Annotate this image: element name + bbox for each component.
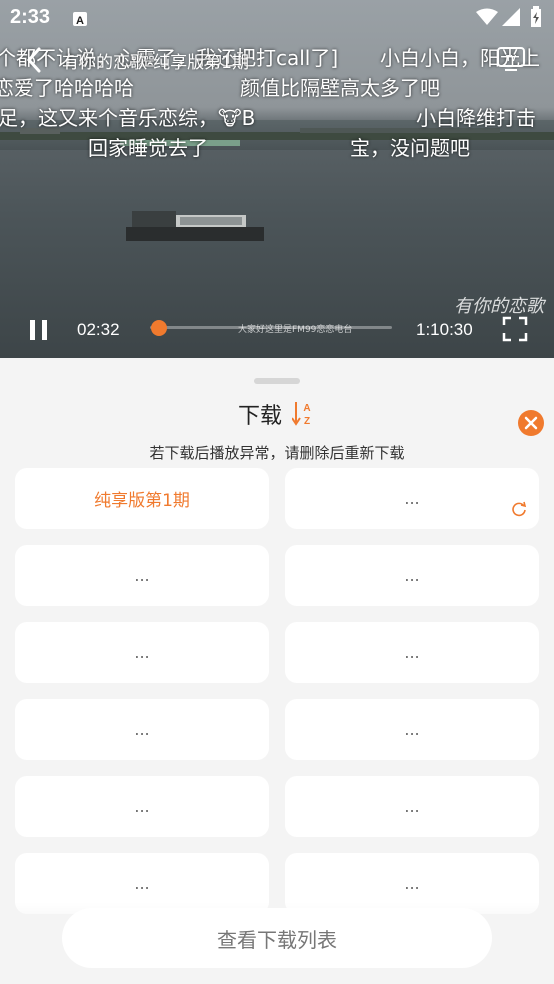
svg-text:A: A [303,403,310,414]
episode-item[interactable]: ... [15,776,269,837]
episode-label: ... [404,797,420,816]
episode-item[interactable]: ... [285,468,539,529]
danmaku-comment: 恋爱了哈哈哈哈 [0,76,134,100]
episode-label: ... [134,643,150,662]
download-hint: 若下载后播放异常，请删除后重新下载 [149,444,405,462]
episode-item[interactable]: ... [285,699,539,760]
episode-label: ... [404,874,420,893]
episode-label: ... [134,874,150,893]
svg-text:Z: Z [304,416,310,426]
caption-overlay: 大家好这里是FM99恋恋电台 [238,325,353,335]
episode-item[interactable]: ... [15,622,269,683]
episode-label: ... [134,720,150,739]
current-time: 02:32 [77,320,120,339]
episode-label: ... [404,720,420,739]
danmaku-comment: 宝，没问题吧 [350,136,470,160]
close-button[interactable] [518,410,544,436]
episode-item[interactable]: ... [15,545,269,606]
signal-icon [502,8,520,26]
episode-item[interactable]: ... [285,545,539,606]
episode-item[interactable]: ... [15,699,269,760]
pause-icon[interactable] [28,318,50,342]
svg-text:TV: TV [506,54,517,63]
cast-tv-icon[interactable]: TV [496,46,526,72]
drag-handle[interactable] [254,378,300,384]
boat-image [126,211,264,241]
episode-item[interactable]: 纯享版第1期 [15,468,269,529]
danmaku-comment: 小白降维打击 [416,106,536,130]
episode-label: ... [134,797,150,816]
danmaku-comment: 回家睡觉去了 [88,136,208,160]
total-time: 1:10:30 [416,320,473,339]
svg-text:A: A [76,15,84,27]
status-bar: 2:33 A [0,0,554,36]
status-time: 2:33 [10,6,51,28]
episode-label: 纯享版第1期 [94,491,190,511]
close-icon [524,416,538,430]
episode-label: ... [404,566,420,585]
episode-label: ... [404,643,420,662]
episode-label: ... [134,566,150,585]
video-title: 有你的恋歌-纯享版第1期 [62,53,249,73]
episode-label: ... [404,489,420,508]
fullscreen-icon[interactable] [502,316,528,342]
back-arrow-icon[interactable] [24,46,44,74]
panel-title: 下载 [238,404,283,429]
episode-item[interactable]: ... [285,622,539,683]
video-player[interactable]: 2:33 A 个都不让说，心靈了，我还把打call了] 小白小白，阳光上 恋爱了… [0,0,554,358]
video-shoreline [0,128,554,146]
download-panel: 下载 A Z 若下载后播放异常，请删除后重新下载 纯享版第1期 ... ... … [0,362,554,984]
danmaku-comment: 颜值比隔壁高太多了吧 [240,76,440,100]
view-download-list-button[interactable]: 查看下载列表 [62,908,492,968]
danmaku-comment: 足，这又来个音乐恋综，🐮B [0,106,256,130]
wifi-icon [476,8,498,25]
downloading-icon [512,501,527,517]
episode-item[interactable]: ... [285,776,539,837]
watermark: 有你的恋歌 [454,296,544,317]
notification-icon: A [73,12,87,27]
battery-icon [531,6,541,27]
progress-thumb[interactable] [150,320,167,336]
sort-az-icon[interactable]: A Z [292,400,314,426]
